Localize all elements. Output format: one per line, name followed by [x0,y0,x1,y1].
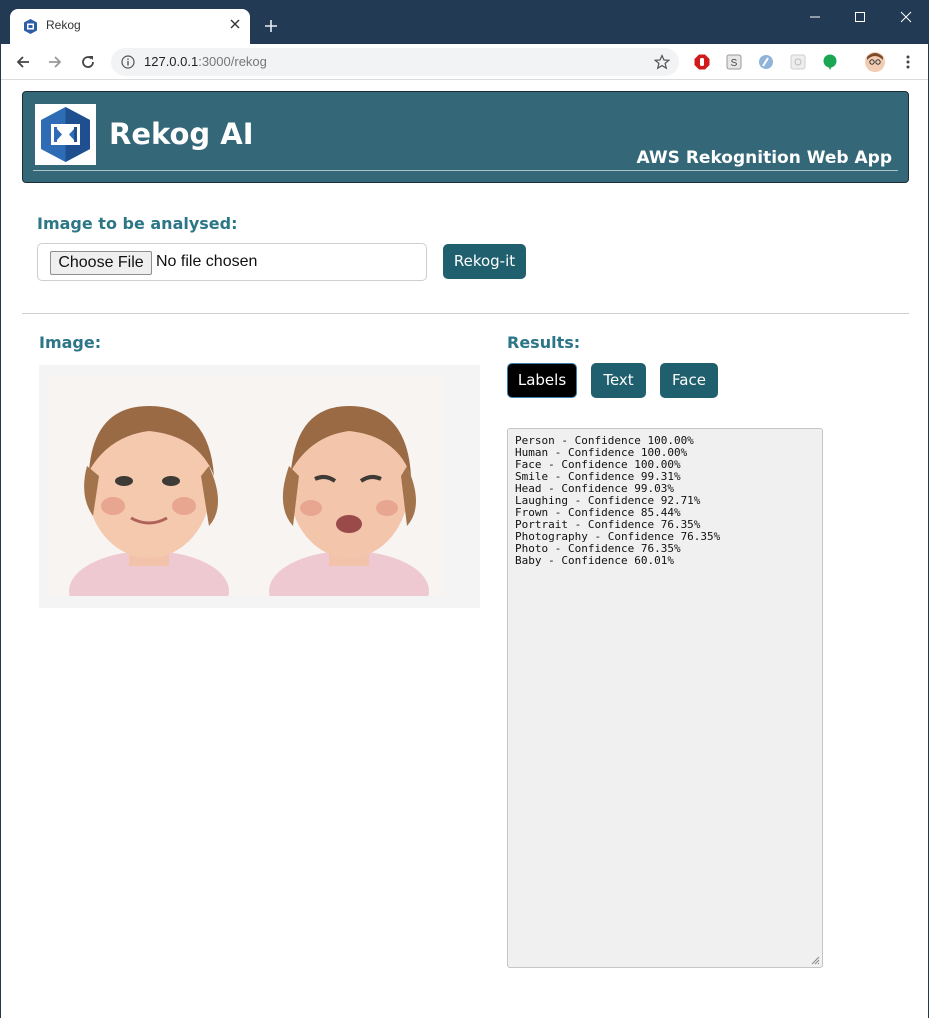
menu-kebab-icon[interactable] [900,54,916,70]
adblock-extension-icon[interactable] [694,54,710,70]
grey-extension-icon[interactable] [790,54,806,70]
results-label: Results: [507,333,581,352]
resize-grip-icon[interactable] [811,956,820,965]
file-input[interactable]: Choose File No file chosen [37,243,427,281]
upload-label: Image to be analysed: [37,214,238,233]
results-textarea[interactable]: Person - Confidence 100.00% Human - Conf… [507,428,823,968]
rekog-it-button[interactable]: Rekog-it [443,244,526,279]
page-content: Rekog AI AWS Rekognition Web App Image t… [1,81,928,1018]
title-bar: Rekog [1,1,928,44]
image-label: Image: [39,333,102,352]
tab-labels[interactable]: Labels [507,363,577,398]
browser-tab[interactable]: Rekog [10,9,250,44]
close-window-icon[interactable] [896,7,916,27]
s-extension-icon[interactable]: S [726,54,742,70]
tab-text[interactable]: Text [591,363,646,398]
tab-title: Rekog [46,18,81,32]
maximize-icon[interactable] [850,7,870,27]
tab-face[interactable]: Face [660,363,718,398]
url-path: :3000/rekog [198,54,267,69]
forward-icon[interactable] [46,53,64,71]
aws-favicon-icon [24,19,37,34]
choose-file-button[interactable]: Choose File [50,251,152,275]
rekognition-logo [35,104,96,165]
close-tab-icon[interactable] [228,17,242,31]
app-subtitle: AWS Rekognition Web App [636,148,892,168]
minimize-icon[interactable] [805,7,825,27]
profile-avatar[interactable] [865,52,885,72]
browser-toolbar: 127.0.0.1:3000/rekog S [1,44,928,80]
green-extension-icon[interactable] [822,54,838,70]
url-host: 127.0.0.1 [144,54,199,69]
address-bar[interactable]: 127.0.0.1:3000/rekog [111,48,679,76]
section-divider [22,313,909,314]
app-title: Rekog AI [109,117,254,151]
bookmark-star-icon[interactable] [654,54,670,70]
app-header: Rekog AI AWS Rekognition Web App [22,91,909,183]
header-divider [33,170,898,171]
blue-extension-icon[interactable] [758,54,774,70]
result-line: Baby - Confidence 60.01% [515,554,674,567]
reload-icon[interactable] [79,53,97,71]
new-tab-icon[interactable] [263,18,279,34]
svg-text:S: S [731,58,738,69]
browser-window: Rekog 127.0.0.1:3000/rekog S Rekog AI AW… [0,0,929,1018]
analysed-photo [49,376,445,596]
site-info-icon[interactable] [121,55,135,69]
url-text[interactable]: 127.0.0.1:3000/rekog [144,54,267,69]
file-status: No file chosen [156,253,258,270]
back-icon[interactable] [14,53,32,71]
